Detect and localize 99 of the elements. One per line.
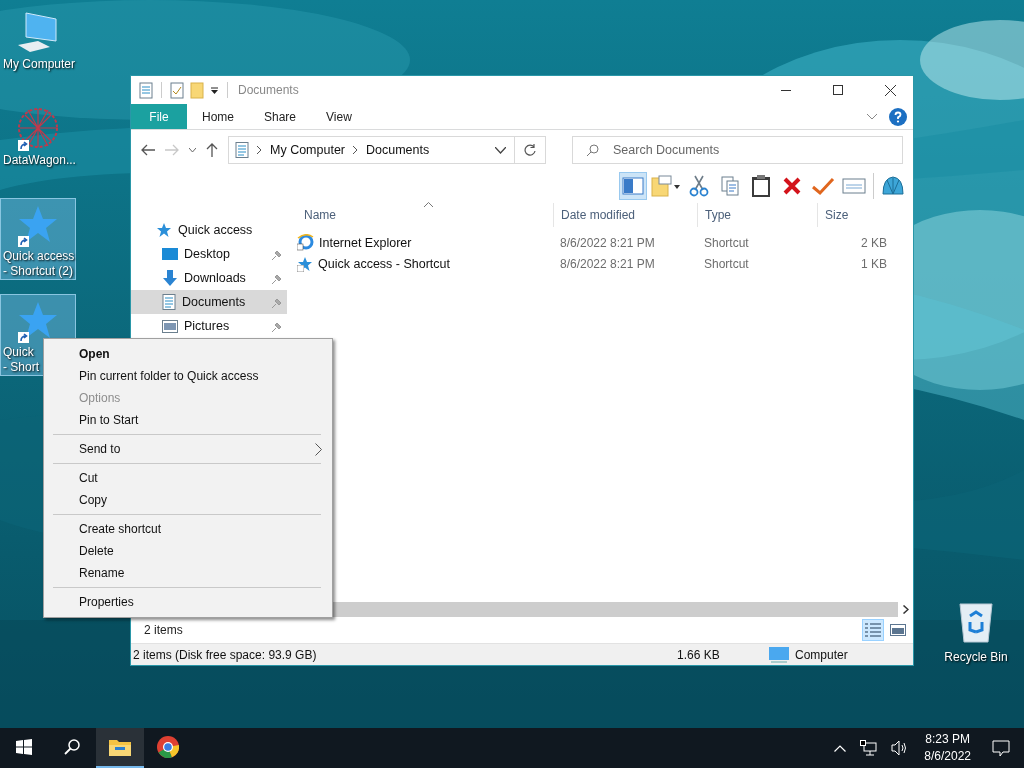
ribbon-tab[interactable]: Share [249, 104, 312, 129]
status-text: 2 items (Disk free space: 93.9 GB) [132, 647, 318, 662]
clipboard-icon [751, 174, 771, 198]
status-text: Computer [795, 647, 848, 662]
breadcrumb[interactable]: Documents [366, 143, 430, 157]
breadcrumb-chevron-icon [353, 146, 359, 154]
document-icon [162, 294, 176, 310]
date-cell-text: 8/6/2022 8:21 PM [559, 256, 656, 271]
file-name: Quick access - Shortcut [318, 256, 450, 271]
search-icon [64, 739, 80, 755]
chevron-down-icon[interactable] [189, 147, 196, 153]
window-title: Documents [238, 83, 299, 97]
close-icon [884, 84, 896, 96]
breadcrumb-chevron-icon [257, 146, 262, 154]
clock-date: 8/6/2022 [924, 748, 971, 765]
chevron-right-icon[interactable] [903, 605, 909, 614]
mesh-sphere-icon [16, 106, 60, 150]
menu-item[interactable]: Cut [44, 467, 332, 489]
nav-item[interactable]: Desktop [131, 242, 287, 266]
folder-icon [109, 738, 131, 756]
windows-logo-icon [16, 739, 32, 755]
browser-icon [157, 736, 179, 758]
document-icon [235, 142, 249, 158]
size-cell-text: 2 KB [860, 235, 888, 250]
picture-file-icon [162, 319, 178, 333]
refresh-icon [524, 144, 536, 156]
globe-e-icon [297, 234, 314, 251]
search-icon [586, 144, 599, 157]
desktop-shortcut[interactable]: Quick access - Shortcut (2) [0, 198, 76, 280]
file-row[interactable]: Internet Explorer 8/6/2022 8:21 PM Shortcut 2 KB [297, 232, 913, 253]
column-header[interactable]: Type [697, 203, 817, 227]
icon-label: My Computer [2, 57, 76, 72]
menu-item[interactable]: Properties [44, 591, 332, 613]
preview-pane-icon [622, 176, 644, 196]
network-icon[interactable] [860, 740, 878, 756]
desktop-shortcut[interactable]: Recycle Bin [940, 600, 1012, 665]
address-bar[interactable]: My Computer Documents [228, 136, 546, 164]
menu-item[interactable]: Create shortcut [44, 518, 332, 540]
dropdown-icon[interactable] [210, 85, 219, 95]
shell-icon [881, 174, 905, 198]
monitor-icon [769, 646, 789, 663]
column-header[interactable]: Date modified [553, 203, 697, 227]
icon-label: - Short [2, 360, 39, 375]
menu-item[interactable]: Pin to Start [44, 409, 332, 431]
icon-label: Recycle Bin [944, 650, 1008, 665]
chevron-up-icon[interactable] [834, 744, 847, 752]
date-cell-text: 8/6/2022 8:21 PM [559, 235, 656, 250]
status-text: 1.66 KB [677, 647, 721, 662]
desktop-shortcut[interactable]: DataWagon... [0, 102, 76, 184]
menu-item[interactable]: Rename [44, 562, 332, 584]
icon-label: Quick [2, 345, 34, 360]
recycle-bin-icon [956, 600, 996, 644]
star-icon [18, 300, 58, 340]
notification-icon[interactable] [992, 739, 1010, 757]
breadcrumb[interactable]: My Computer [270, 143, 346, 157]
icon-label: - Shortcut (2) [2, 264, 74, 279]
ribbon-tab[interactable]: Home [187, 104, 249, 129]
nav-item[interactable]: Downloads [131, 266, 287, 290]
back-arrow-icon[interactable] [141, 144, 155, 156]
column-header[interactable]: Name [297, 203, 553, 227]
monitor-icon [162, 247, 178, 261]
search-field[interactable]: Search Documents [572, 136, 903, 164]
item-count: 2 items [144, 623, 183, 637]
star-icon [18, 204, 58, 244]
nav-item[interactable]: Pictures [131, 314, 287, 338]
file-name: Internet Explorer [319, 235, 412, 250]
taskbar-button[interactable] [96, 728, 144, 768]
scissors-icon [689, 175, 709, 197]
clock[interactable]: 8:23 PM 8/6/2022 [924, 731, 971, 765]
copy-icon [720, 175, 740, 197]
ribbon-tab[interactable]: View [311, 104, 367, 129]
up-arrow-icon[interactable] [206, 143, 218, 157]
nav-item[interactable]: Documents [131, 290, 287, 314]
icon-label: DataWagon... [2, 153, 76, 168]
desktop-shortcut[interactable]: My Computer [0, 6, 76, 88]
shortcut-arrow-icon [297, 264, 304, 272]
size-cell-text: 1 KB [860, 256, 888, 271]
file-row[interactable]: Quick access - Shortcut 8/6/2022 8:21 PM Shortcut 1 KB [297, 253, 913, 274]
help-icon[interactable] [889, 107, 907, 126]
column-header[interactable]: Size [817, 203, 893, 227]
type-cell-text: Shortcut [703, 235, 750, 250]
star-icon [156, 222, 172, 238]
maximize-icon [833, 85, 843, 95]
menu-item[interactable]: Send to [44, 438, 332, 460]
computer-icon [16, 11, 60, 53]
folder-icon [651, 175, 681, 197]
type-cell-text: Shortcut [703, 256, 750, 271]
card-icon [842, 178, 866, 194]
checklist-icon[interactable] [170, 81, 184, 99]
icon-label: Quick access [2, 249, 75, 264]
menu-item[interactable]: Copy [44, 489, 332, 511]
chevron-down-icon[interactable] [495, 146, 506, 154]
nav-item[interactable]: Quick access [131, 218, 287, 242]
delete-x-icon [782, 176, 802, 196]
view-button[interactable] [862, 619, 884, 641]
checkmark-icon [811, 176, 835, 196]
menu-item[interactable]: Delete [44, 540, 332, 562]
down-arrow-icon [162, 270, 178, 286]
clock-time: 8:23 PM [925, 731, 970, 748]
